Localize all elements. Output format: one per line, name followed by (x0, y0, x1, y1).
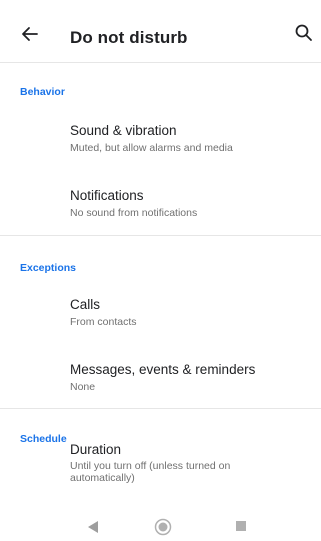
setting-calls[interactable]: Calls From contacts (0, 289, 321, 345)
nav-back-button[interactable] (86, 520, 100, 534)
system-nav-bar (0, 515, 321, 541)
divider (0, 408, 321, 409)
setting-title: Messages, events & reminders (70, 362, 256, 377)
setting-sound-vibration[interactable]: Sound & vibration Muted, but allow alarm… (0, 115, 321, 171)
setting-title: Calls (70, 297, 101, 312)
setting-title: Duration (70, 442, 122, 457)
section-header-behavior: Behavior (20, 86, 65, 98)
setting-messages-events-reminders[interactable]: Messages, events & reminders None (0, 354, 321, 410)
setting-title: Notifications (70, 188, 144, 203)
section-header-exceptions: Exceptions (20, 262, 77, 274)
search-icon (295, 24, 312, 41)
setting-subtitle: From contacts (70, 316, 137, 328)
setting-subtitle: Muted, but allow alarms and media (70, 142, 233, 154)
setting-notifications[interactable]: Notifications No sound from notification… (0, 180, 321, 236)
nav-recents-icon[interactable] (236, 521, 246, 531)
divider (0, 235, 321, 236)
back-button[interactable] (20, 24, 40, 44)
nav-home-icon (154, 518, 172, 536)
nav-home-button[interactable] (154, 518, 172, 536)
setting-title: Sound & vibration (70, 123, 177, 138)
setting-subtitle: None (70, 381, 96, 393)
nav-back-icon (88, 521, 98, 533)
arrow-left-icon (22, 27, 38, 41)
setting-subtitle: Until you turn off (unless turned on aut… (70, 460, 231, 484)
search-button[interactable] (294, 23, 314, 43)
setting-duration[interactable]: Duration Until you turn off (unless turn… (0, 434, 321, 514)
page-title: Do not disturb (70, 28, 188, 47)
app-bar: Do not disturb (0, 0, 321, 63)
setting-subtitle: No sound from notifications (70, 207, 198, 219)
